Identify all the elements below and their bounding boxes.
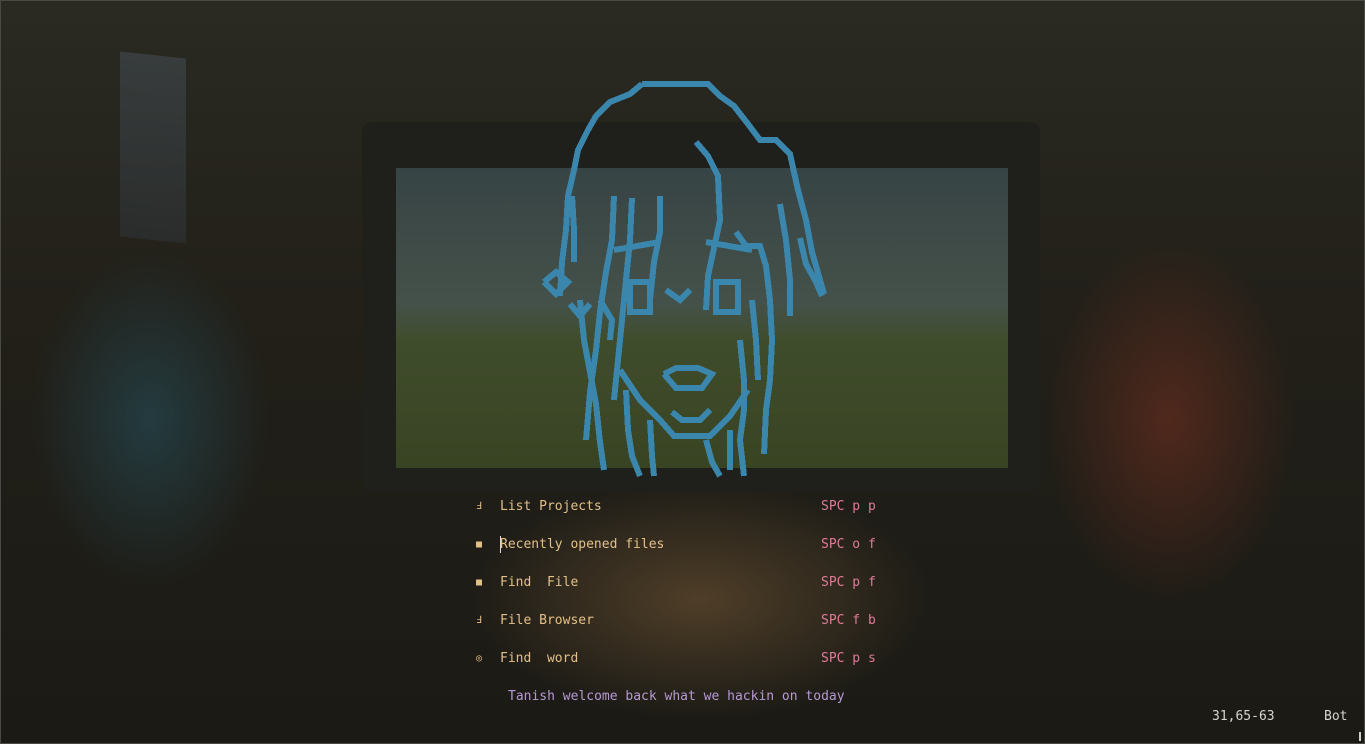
menu-item-find-file[interactable]: ■ Find File SPC p f: [476, 574, 896, 592]
dashboard-screen: Ⅎ List Projects SPC p p ■ Recently opened fi…: [0, 0, 1365, 744]
menu-item-label: List Projects: [500, 499, 602, 514]
word-search-icon: ◎: [476, 653, 483, 664]
folder-icon: Ⅎ: [476, 501, 482, 512]
menu-item-shortcut: SPC f b: [821, 613, 876, 628]
ascii-art-header: [541, 81, 827, 478]
statusline: 31,65-63 Bot: [0, 708, 1365, 726]
scroll-indicator: Bot: [1324, 709, 1348, 724]
menu-item-file-browser[interactable]: Ⅎ File Browser SPC f b: [476, 612, 896, 630]
file-icon: ■: [476, 577, 483, 588]
cursor-position: 31,65-63: [1212, 709, 1275, 724]
text-cursor: [500, 536, 501, 553]
dashboard-footer-message: Tanish welcome back what we hackin on to…: [508, 689, 845, 704]
menu-item-label: File Browser: [500, 613, 594, 628]
menu-item-shortcut: SPC o f: [821, 537, 876, 552]
folder-icon: Ⅎ: [476, 615, 482, 626]
menu-item-find-word[interactable]: ◎ Find word SPC p s: [476, 650, 896, 668]
menu-item-label: Find word: [500, 651, 579, 666]
menu-item-shortcut: SPC p s: [821, 651, 876, 666]
files-icon: ■: [476, 539, 483, 550]
menu-item-label: Recently opened files: [500, 537, 665, 552]
menu-item-shortcut: SPC p p: [821, 499, 876, 514]
menu-item-list-projects[interactable]: Ⅎ List Projects SPC p p: [476, 498, 896, 516]
ascii-art-strokes: [541, 81, 827, 478]
resize-corner[interactable]: [1359, 732, 1361, 741]
menu-item-label: Find File: [500, 575, 579, 590]
menu-item-shortcut: SPC p f: [821, 575, 876, 590]
menu-item-recently-opened-files[interactable]: ■ Recently opened files SPC o f: [476, 536, 896, 554]
